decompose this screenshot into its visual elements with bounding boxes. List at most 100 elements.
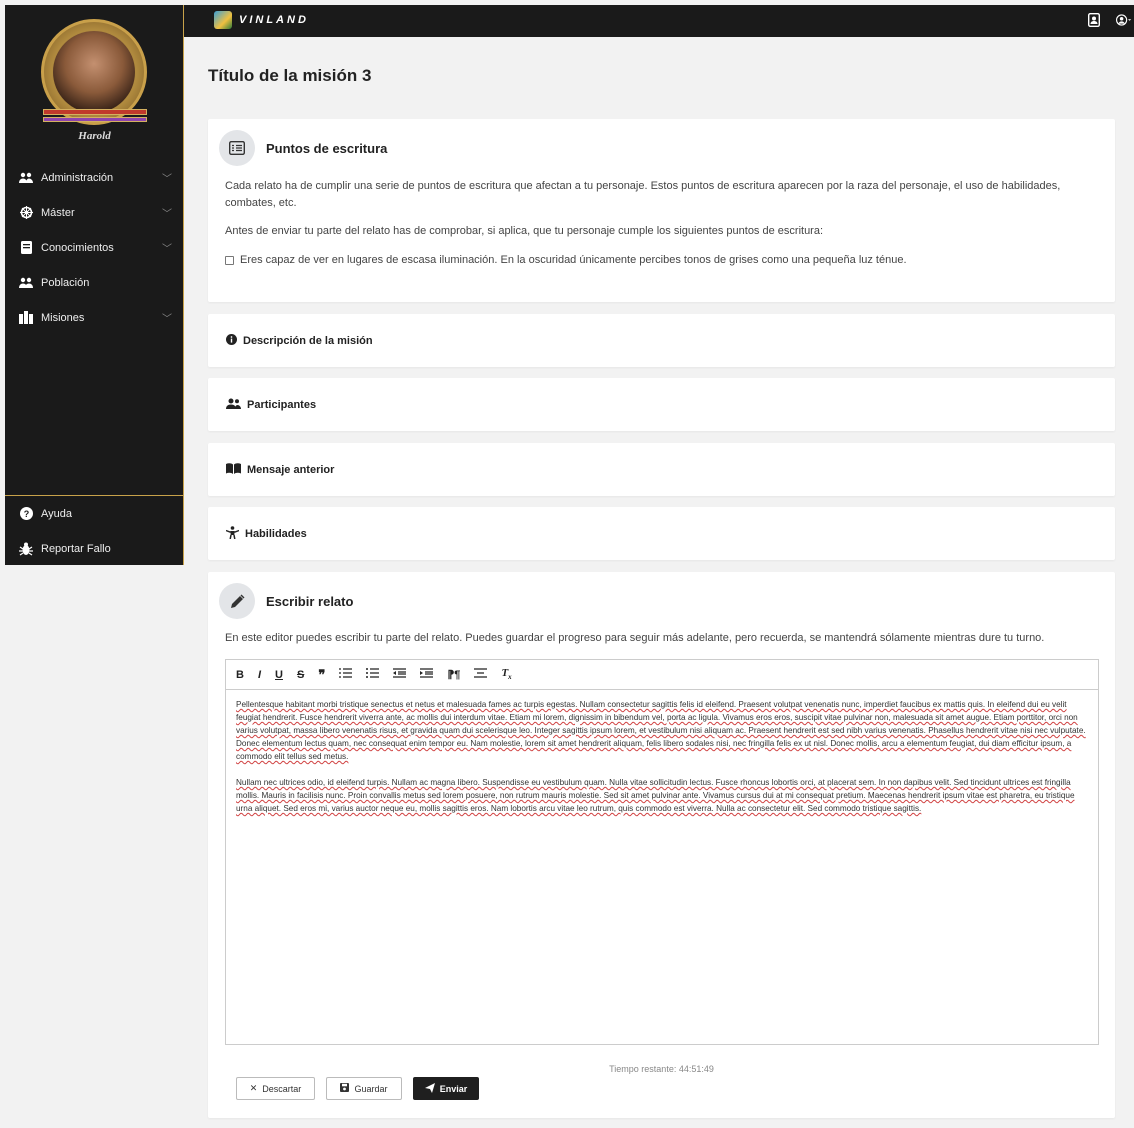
writing-points-card: Puntos de escritura Cada relato ha de cu…: [208, 119, 1115, 302]
ordered-list-button[interactable]: [339, 668, 353, 681]
editor-paragraph: Pellentesque habitant morbi tristique se…: [236, 700, 1086, 761]
send-button[interactable]: Enviar: [413, 1077, 479, 1100]
sidebar-item-ayuda[interactable]: ? Ayuda: [5, 496, 184, 531]
discard-label: Descartar: [262, 1083, 302, 1094]
save-label: Guardar: [354, 1083, 388, 1094]
pencil-icon: [219, 583, 255, 619]
accordion-mission-description[interactable]: Descripción de la misión: [208, 314, 1115, 367]
sidebar-item-poblacion[interactable]: Población: [5, 265, 184, 300]
users-icon: [19, 276, 33, 290]
editor-toolbar: B I U S ❞ ⁋¶ Tx: [226, 660, 1098, 690]
send-label: Enviar: [439, 1083, 468, 1094]
accordion-label: Habilidades: [245, 527, 307, 540]
writing-points-intro: Cada relato ha de cumplir una serie de p…: [225, 180, 1061, 209]
paper-plane-icon: [424, 1082, 435, 1095]
topbar-actions: [1072, 12, 1132, 28]
users-cog-icon: [19, 171, 33, 185]
page-title: Título de la misión 3: [208, 66, 372, 85]
align-icon: [474, 668, 488, 678]
chevron-down-icon: ﹀: [162, 244, 172, 255]
sidebar-item-label: Reportar Fallo: [41, 542, 111, 555]
health-bar: [43, 109, 147, 115]
book-icon: [19, 241, 33, 255]
sidebar-item-master[interactable]: Máster ﹀: [5, 195, 184, 230]
accordion-label: Descripción de la misión: [243, 334, 373, 347]
indent-button[interactable]: [420, 668, 434, 681]
sidebar-item-administracion[interactable]: Administración ﹀: [5, 160, 184, 195]
clear-format-button[interactable]: Tx: [501, 667, 511, 681]
users-icon: [226, 398, 241, 412]
writing-point-label: Eres capaz de ver en lugares de escasa i…: [240, 254, 907, 266]
character-sheet-icon[interactable]: [1086, 12, 1102, 28]
writing-points-instruction: Antes de enviar tu parte del relato has …: [225, 225, 824, 237]
blockquote-icon: ❞: [318, 666, 326, 682]
writing-points-header: Puntos de escritura: [219, 130, 387, 166]
accordion-label: Participantes: [247, 398, 317, 411]
book-open-icon: [226, 462, 241, 477]
dharma-wheel-icon: [19, 206, 33, 220]
avatar-image: [53, 31, 135, 113]
chevron-down-icon: ﹀: [162, 174, 172, 185]
checklist-icon: [219, 130, 255, 166]
write-story-title: Escribir relato: [266, 593, 354, 609]
bug-icon: [19, 542, 33, 556]
rich-text-editor[interactable]: B I U S ❞ ⁋¶ Tx Pellentesque habitant mo…: [225, 659, 1099, 1045]
clear-format-icon: Tx: [501, 667, 512, 682]
discard-button[interactable]: ✕ Descartar: [236, 1077, 315, 1100]
sidebar-item-label: Misiones: [41, 311, 85, 324]
sidebar-item-label: Conocimientos: [41, 241, 114, 254]
experience-bar: [43, 117, 147, 122]
person-icon: [225, 525, 240, 542]
sidebar-item-label: Población: [41, 276, 90, 289]
info-circle-icon: [226, 333, 237, 348]
outdent-button[interactable]: [393, 668, 407, 681]
time-remaining: Tiempo restante: 44:51:49: [609, 1064, 714, 1074]
bullet-list-icon: [366, 668, 380, 678]
rtl-button[interactable]: ⁋¶: [447, 668, 460, 681]
accordion-participants[interactable]: Participantes: [208, 378, 1115, 431]
checkbox[interactable]: [225, 256, 234, 265]
svg-text:?: ?: [23, 509, 29, 519]
accordion-label: Mensaje anterior: [247, 463, 335, 476]
bold-button[interactable]: B: [236, 669, 244, 681]
strikethrough-button[interactable]: S: [297, 669, 304, 681]
sidebar-item-label: Ayuda: [41, 507, 72, 520]
sidebar-item-label: Máster: [41, 206, 75, 219]
chevron-down-icon: ﹀: [162, 209, 172, 220]
logo-text: VINLAND: [239, 14, 309, 26]
bullet-list-button[interactable]: [366, 668, 380, 681]
sidebar-item-conocimientos[interactable]: Conocimientos ﹀: [5, 230, 184, 265]
logo[interactable]: VINLAND: [214, 11, 309, 29]
italic-button[interactable]: I: [258, 669, 261, 681]
align-button[interactable]: [474, 668, 488, 681]
paragraph-direction-icon: ⁋¶: [447, 669, 461, 681]
character-name: Harold: [78, 130, 111, 142]
logo-icon: [214, 11, 232, 29]
write-story-card: Escribir relato En este editor puedes es…: [208, 572, 1115, 1118]
write-story-header: Escribir relato: [219, 583, 353, 619]
sidebar-item-reportar-fallo[interactable]: Reportar Fallo: [5, 531, 184, 566]
writing-point-item[interactable]: Eres capaz de ver en lugares de escasa i…: [225, 252, 907, 269]
close-icon: ✕: [249, 1083, 258, 1093]
outdent-icon: [393, 668, 407, 678]
underline-button[interactable]: U: [275, 669, 283, 681]
question-circle-icon: ?: [19, 507, 33, 521]
blockquote-button[interactable]: ❞: [318, 667, 325, 683]
user-circle-icon[interactable]: [1116, 12, 1132, 28]
sidebar: Harold Administración ﹀ Máster ﹀ Conocim…: [5, 5, 184, 565]
indent-icon: [420, 668, 434, 678]
sidebar-item-misiones[interactable]: Misiones ﹀: [5, 300, 184, 335]
sidebar-item-label: Administración: [41, 171, 114, 184]
accordion-previous-message[interactable]: Mensaje anterior: [208, 443, 1115, 496]
topbar: VINLAND: [184, 5, 1134, 37]
floppy-icon: [340, 1083, 350, 1094]
accordion-skills[interactable]: Habilidades: [208, 507, 1115, 560]
write-story-intro: En este editor puedes escribir tu parte …: [225, 632, 1045, 644]
editor-paragraph: Nullam nec ultrices odio, id eleifend tu…: [236, 778, 1075, 813]
editor-content[interactable]: Pellentesque habitant morbi tristique se…: [226, 690, 1098, 836]
save-button[interactable]: Guardar: [326, 1077, 402, 1100]
chevron-down-icon: ﹀: [162, 314, 172, 325]
sidebar-nav: Administración ﹀ Máster ﹀ Conocimientos …: [5, 160, 184, 335]
map-icon: [19, 311, 33, 325]
sidebar-bottom: ? Ayuda Reportar Fallo: [5, 495, 184, 566]
